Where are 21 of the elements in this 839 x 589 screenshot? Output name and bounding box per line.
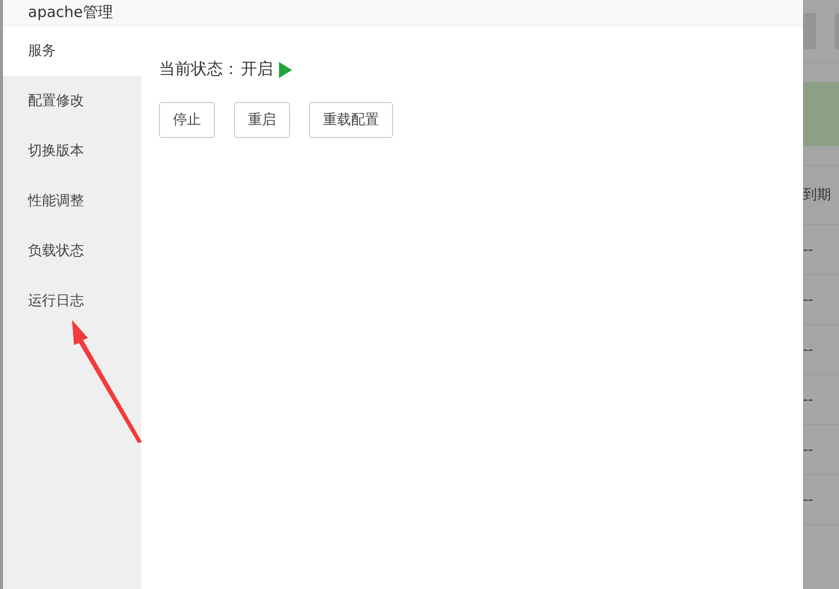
sidebar-item[interactable]: 性能调整	[3, 176, 141, 226]
action-button[interactable]: 重启	[234, 102, 290, 138]
table-cell: --	[803, 292, 814, 308]
column-header: 到期	[803, 186, 831, 204]
table-cell: --	[803, 392, 814, 408]
table-cell: --	[803, 342, 814, 358]
sidebar-item[interactable]: 配置修改	[3, 76, 141, 126]
sidebar-item[interactable]: 服务	[3, 26, 141, 76]
button-background	[803, 13, 816, 49]
notice-banner	[803, 82, 839, 146]
table-cell: --	[803, 492, 814, 508]
sidebar-item[interactable]: 负载状态	[3, 226, 141, 276]
action-button[interactable]: 停止	[159, 102, 215, 138]
dialog-title: apache管理	[28, 3, 113, 23]
sidebar-item[interactable]: 切换版本	[3, 126, 141, 176]
status-value: 开启	[241, 59, 273, 80]
table-cell: --	[803, 442, 814, 458]
status-label: 当前状态：	[159, 59, 239, 80]
sidebar-item[interactable]: 运行日志	[3, 276, 141, 326]
action-button[interactable]: 重载配置	[309, 102, 393, 138]
table-cell: --	[803, 242, 814, 258]
